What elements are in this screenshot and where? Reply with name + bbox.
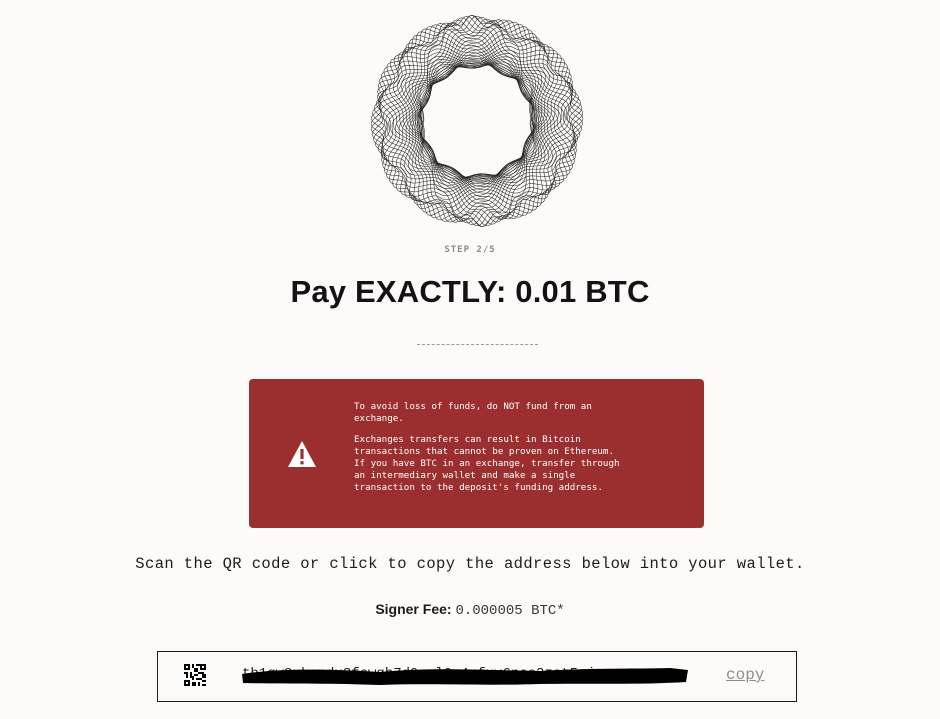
- qr-code-icon[interactable]: [184, 664, 206, 686]
- signer-fee: Signer Fee: 0.000005 BTC*: [0, 601, 940, 619]
- warning-line-detail: Exchanges transfers can result in Bitcoi…: [354, 434, 620, 493]
- scan-instructions: Scan the QR code or click to copy the ad…: [135, 555, 805, 573]
- step-indicator: STEP 2/5: [444, 245, 496, 255]
- signer-fee-label: Signer Fee:: [375, 601, 452, 617]
- address-redaction: [242, 668, 688, 685]
- warning-triangle-icon: [288, 441, 316, 467]
- warning-line-primary: To avoid loss of funds, do NOT fund from…: [354, 401, 592, 424]
- warning-message: To avoid loss of funds, do NOT fund from…: [354, 401, 629, 503]
- page-title: Pay EXACTLY: 0.01 BTC: [290, 274, 650, 309]
- signer-fee-value: 0.000005 BTC*: [455, 603, 565, 619]
- divider: [417, 344, 538, 345]
- spirograph-graphic: [370, 14, 584, 228]
- copy-address-button[interactable]: copy: [726, 666, 764, 684]
